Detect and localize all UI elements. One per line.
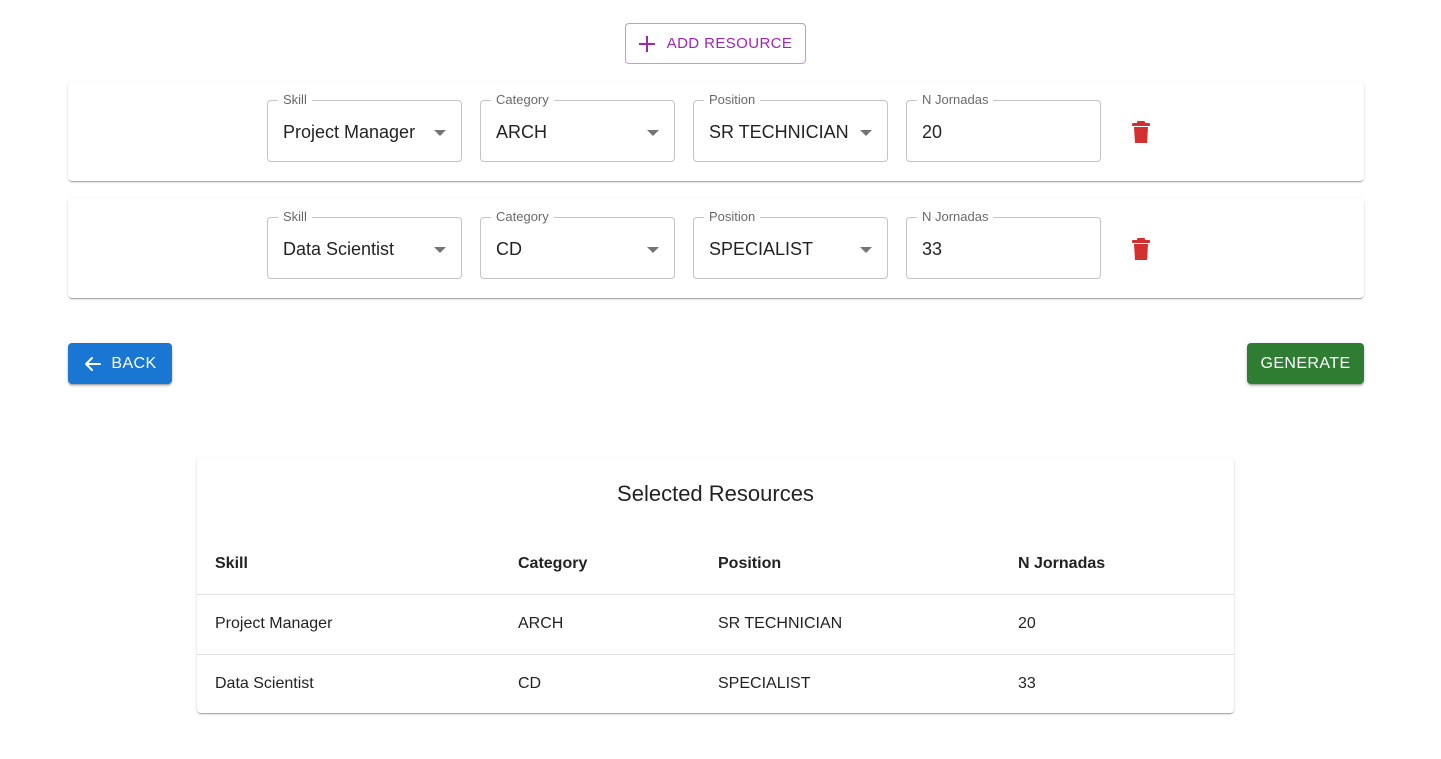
jornadas-input-2[interactable]: N Jornadas 33	[906, 209, 1101, 279]
position-label: Position	[704, 92, 761, 108]
category-value: ARCH	[496, 122, 548, 142]
arrow-left-icon	[85, 356, 102, 371]
jornadas-label: N Jornadas	[917, 92, 994, 108]
skill-value: Data Scientist	[283, 239, 395, 259]
cell-category: ARCH	[500, 594, 700, 655]
generate-button[interactable]: GENERATE	[1247, 343, 1364, 384]
summary-title: Selected Resources	[617, 481, 814, 506]
category-label: Category	[491, 92, 554, 108]
cell-skill: Project Manager	[197, 594, 500, 655]
category-label: Category	[491, 209, 554, 225]
caret-down-icon	[860, 130, 872, 136]
cell-jornadas: 33	[1018, 675, 1036, 693]
add-resource-label: ADD RESOURCE	[666, 35, 793, 52]
selected-resources-card: Selected Resources Skill Category Positi…	[197, 458, 1234, 713]
table-row: Data Scientist CD SPECIALIST 33	[197, 654, 1234, 714]
back-button[interactable]: BACK	[68, 343, 172, 384]
jornadas-input-1[interactable]: N Jornadas 20	[906, 92, 1101, 162]
position-value: SR TECHNICIAN	[709, 122, 849, 142]
cell-skill: Data Scientist	[215, 675, 314, 693]
cell-jornadas: 20	[1000, 594, 1234, 655]
category-select-2[interactable]: Category CD	[480, 209, 675, 279]
caret-down-icon	[434, 130, 446, 136]
header-jornadas: N Jornadas	[1000, 534, 1234, 595]
skill-value: Project Manager	[283, 122, 416, 142]
category-value: CD	[496, 239, 522, 259]
generate-label: GENERATE	[1260, 354, 1351, 372]
cell-position: SR TECHNICIAN	[700, 594, 1000, 655]
skill-select-2[interactable]: Skill Data Scientist	[267, 209, 462, 279]
position-select-1[interactable]: Position SR TECHNICIAN	[693, 92, 888, 162]
trash-icon[interactable]	[1130, 120, 1152, 144]
jornadas-value: 33	[922, 239, 943, 259]
header-skill: Skill	[197, 534, 500, 595]
cell-position: SPECIALIST	[718, 675, 811, 693]
position-value: SPECIALIST	[709, 239, 814, 259]
resource-row-1: Skill Project Manager Category ARCH Posi…	[68, 82, 1364, 181]
category-select-1[interactable]: Category ARCH	[480, 92, 675, 162]
skill-select-1[interactable]: Skill Project Manager	[267, 92, 462, 162]
selected-resources-table: Skill Category Position N Jornadas Proje…	[197, 534, 1234, 714]
caret-down-icon	[434, 247, 446, 253]
position-label: Position	[704, 209, 761, 225]
jornadas-value: 20	[922, 122, 943, 142]
header-category: Category	[500, 534, 700, 595]
caret-down-icon	[647, 247, 659, 253]
caret-down-icon	[860, 247, 872, 253]
skill-label: Skill	[278, 92, 312, 108]
caret-down-icon	[647, 130, 659, 136]
table-header-row: Skill Category Position N Jornadas	[197, 534, 1234, 595]
add-resource-button[interactable]: ADD RESOURCE	[625, 23, 806, 64]
position-select-2[interactable]: Position SPECIALIST	[693, 209, 888, 279]
plus-icon	[638, 35, 655, 52]
table-row: Project Manager ARCH SR TECHNICIAN 20	[197, 594, 1234, 655]
cell-category: CD	[518, 675, 542, 693]
trash-icon[interactable]	[1130, 237, 1152, 261]
resource-row-2: Skill Data Scientist Category CD Positio…	[68, 199, 1364, 298]
header-position: Position	[700, 534, 1000, 595]
back-label: BACK	[111, 354, 157, 372]
jornadas-label: N Jornadas	[917, 209, 994, 225]
skill-label: Skill	[278, 209, 312, 225]
